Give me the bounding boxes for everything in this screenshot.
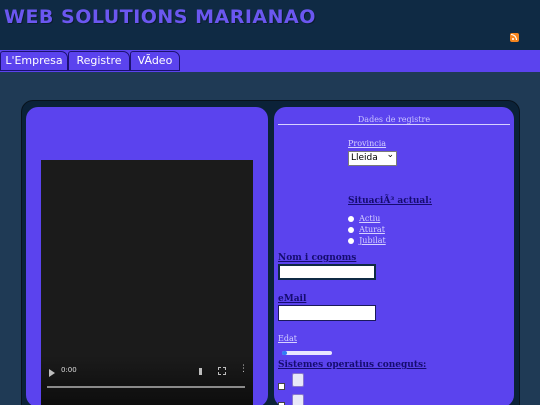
edat-label: Edat bbox=[278, 334, 297, 343]
site-title: WEB SOLUTIONS MARIANAO bbox=[4, 6, 316, 28]
edat-slider[interactable] bbox=[282, 351, 332, 355]
radio-button[interactable] bbox=[348, 237, 354, 244]
tab-empresa[interactable]: L'Empresa bbox=[0, 51, 68, 71]
email-input[interactable] bbox=[278, 305, 376, 321]
os-checkbox-1[interactable] bbox=[278, 383, 285, 390]
more-options-icon[interactable]: ⋮ bbox=[239, 365, 248, 374]
edat-slider-fill bbox=[282, 351, 287, 355]
situacio-label: SituaciÃ³ actual: bbox=[348, 196, 432, 206]
rss-icon[interactable] bbox=[510, 33, 519, 42]
form-legend: Dades de registre bbox=[278, 116, 510, 125]
provincia-select[interactable]: Lleida bbox=[348, 149, 397, 166]
radio-aturat[interactable]: Aturat bbox=[348, 219, 385, 234]
radio-jubilat[interactable]: Jubilat bbox=[348, 230, 386, 245]
email-label: eMail bbox=[278, 294, 307, 304]
provincia-label: Provincia bbox=[348, 139, 387, 148]
volume-icon[interactable] bbox=[199, 368, 206, 375]
os-icon-1 bbox=[292, 373, 304, 387]
main-nav: L'Empresa Registre VÃdeo bbox=[0, 50, 540, 72]
play-icon[interactable] bbox=[49, 369, 55, 377]
tab-video[interactable]: VÃdeo bbox=[130, 51, 180, 71]
radio-label: Jubilat bbox=[359, 236, 386, 245]
sistemes-label: Sistemes operatius coneguts: bbox=[278, 360, 427, 370]
fullscreen-icon[interactable] bbox=[218, 367, 226, 375]
video-progress-bar[interactable] bbox=[47, 386, 245, 388]
nom-label: Nom i cognoms bbox=[278, 253, 357, 263]
os-icon-2 bbox=[292, 394, 304, 405]
registration-panel: Dades de registre Provincia Lleida Situa… bbox=[274, 107, 514, 405]
nom-input[interactable] bbox=[278, 264, 376, 280]
site-header: WEB SOLUTIONS MARIANAO bbox=[0, 0, 540, 50]
radio-actiu[interactable]: Actiu bbox=[348, 208, 380, 223]
tab-registre[interactable]: Registre bbox=[68, 51, 130, 71]
video-player[interactable]: 0:00 ⋮ bbox=[41, 160, 253, 405]
video-time: 0:00 bbox=[61, 366, 77, 374]
